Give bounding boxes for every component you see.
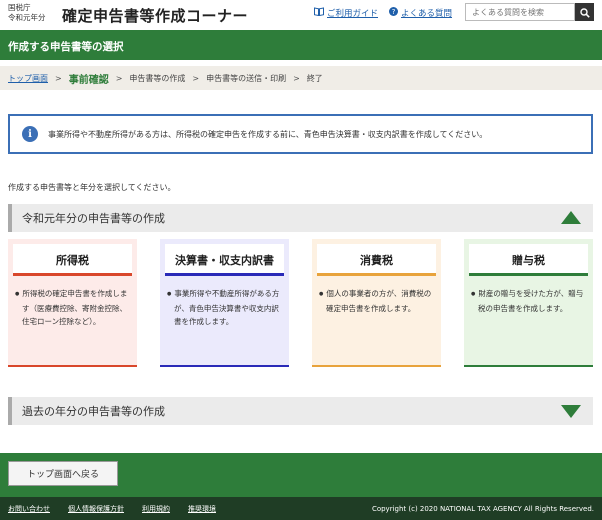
question-circle-icon: ? [389, 7, 398, 19]
book-icon [314, 7, 324, 19]
chevron-right-icon: > [293, 73, 300, 83]
breadcrumb-top[interactable]: トップ画面 [8, 73, 48, 84]
search-button[interactable] [575, 3, 594, 21]
card-accent-line [469, 273, 588, 276]
svg-text:?: ? [392, 7, 396, 16]
copyright: Copyright (c) 2020 NATIONAL TAX AGENCY A… [371, 504, 594, 513]
card-consumption-tax[interactable]: 消費税 個人の事業者の方が、消費税の確定申告書を作成します。 [312, 239, 441, 367]
section-current-year[interactable]: 令和元年分の申告書等の作成 [8, 204, 593, 232]
card-title-box: 消費税 [317, 244, 436, 276]
info-text: 事業所得や不動産所得がある方は、所得税の確定申告を作成する前に、青色申告決算書・… [48, 129, 488, 139]
info-icon: i [22, 126, 38, 142]
footer: お問い合わせ 個人情報保護方針 利用規約 推奨環境 Copyright (c) … [0, 497, 602, 520]
card-accent-line [317, 273, 436, 276]
app-title: 確定申告書等作成コーナー [62, 7, 249, 25]
chevron-right-icon: > [192, 73, 200, 83]
chevron-right-icon: > [115, 73, 123, 83]
card-bottom-line [160, 365, 289, 367]
breadcrumb: トップ画面 > 事前確認 > 申告書等の作成 > 申告書等の送信・印刷 > 終了 [0, 66, 602, 90]
card-title-box: 所得税 [13, 244, 132, 276]
card-title: 贈与税 [512, 254, 545, 267]
footer-link-privacy[interactable]: 個人情報保護方針 [68, 504, 124, 514]
collapse-triangle-icon [561, 211, 581, 224]
card-income-tax[interactable]: 所得税 所得税の確定申告書を作成します（医療費控除、寄附金控除、住宅ローン控除な… [8, 239, 137, 367]
footer-link-terms[interactable]: 利用規約 [142, 504, 170, 514]
breadcrumb-current: 事前確認 [68, 74, 109, 86]
card-description: 所得税の確定申告書を作成します（医療費控除、寄附金控除、住宅ローン控除など）。 [13, 287, 132, 329]
info-notice: i 事業所得や不動産所得がある方は、所得税の確定申告を作成する前に、青色申告決算… [8, 114, 593, 154]
card-title-box: 贈与税 [469, 244, 588, 276]
header: 国税庁 令和元年分 確定申告書等作成コーナー ご利用ガイド ? よくある質問 [0, 0, 602, 30]
card-title: 消費税 [360, 254, 393, 267]
card-title: 決算書・収支内訳書 [175, 254, 274, 267]
chevron-right-icon: > [55, 73, 62, 83]
agency-label: 国税庁 令和元年分 [8, 3, 46, 23]
tax-year-label: 令和元年分 [8, 13, 46, 22]
back-to-top-button[interactable]: トップ画面へ戻る [8, 461, 118, 486]
guide-link[interactable]: ご利用ガイド [314, 7, 378, 19]
card-bottom-line [312, 365, 441, 367]
card-title-box: 決算書・収支内訳書 [165, 244, 284, 276]
footer-action-bar: トップ画面へ戻る [0, 453, 602, 497]
expand-triangle-icon [561, 405, 581, 418]
card-gift-tax[interactable]: 贈与税 財産の贈与を受けた方が、贈与税の申告書を作成します。 [464, 239, 593, 367]
guide-link-label: ご利用ガイド [327, 9, 379, 19]
agency-name: 国税庁 [8, 3, 31, 12]
footer-link-environment[interactable]: 推奨環境 [188, 504, 216, 514]
breadcrumb-step-send: 申告書等の送信・印刷 [206, 73, 287, 83]
card-bottom-line [8, 365, 137, 367]
card-accent-line [13, 273, 132, 276]
card-bottom-line [464, 365, 593, 367]
page-title: 作成する申告書等の選択 [0, 30, 602, 60]
card-title: 所得税 [56, 254, 89, 267]
breadcrumb-step-end: 終了 [306, 73, 323, 83]
card-description: 個人の事業者の方が、消費税の確定申告書を作成します。 [317, 287, 436, 315]
card-accent-line [165, 273, 284, 276]
section-past-years[interactable]: 過去の年分の申告書等の作成 [8, 397, 593, 425]
faq-link-label: よくある質問 [401, 9, 453, 19]
search-icon [579, 3, 590, 22]
instruction-text: 作成する申告書等と年分を選択してください。 [8, 183, 176, 192]
card-financial-statement[interactable]: 決算書・収支内訳書 事業所得や不動産所得がある方が、青色申告決算書や収支内訳書を… [160, 239, 289, 367]
faq-link[interactable]: ? よくある質問 [389, 7, 452, 19]
section-current-title: 令和元年分の申告書等の作成 [22, 212, 165, 225]
footer-link-contact[interactable]: お問い合わせ [8, 504, 50, 514]
faq-search-input[interactable] [465, 3, 575, 21]
card-description: 財産の贈与を受けた方が、贈与税の申告書を作成します。 [469, 287, 588, 315]
section-past-title: 過去の年分の申告書等の作成 [22, 405, 165, 418]
breadcrumb-step-create: 申告書等の作成 [129, 73, 186, 83]
card-description: 事業所得や不動産所得がある方が、青色申告決算書や収支内訳書を作成します。 [165, 287, 284, 329]
